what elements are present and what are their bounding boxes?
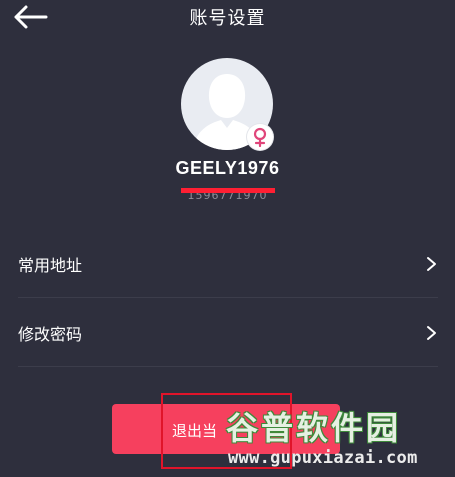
- chevron-right-icon: [427, 325, 436, 340]
- menu-item-common-address[interactable]: 常用地址: [18, 230, 438, 298]
- watermark-logo-text: 谷普软件园: [226, 409, 402, 447]
- menu-item-label: 修改密码: [18, 324, 83, 344]
- redaction-mark: [181, 188, 275, 193]
- menu-item-label: 常用地址: [18, 255, 83, 275]
- female-symbol-icon: [247, 124, 273, 150]
- username: GEELY1976: [175, 158, 280, 178]
- avatar[interactable]: [181, 58, 273, 150]
- watermark-url: www.gupuxiazai.com: [228, 448, 418, 468]
- watermark-logo: 谷普软件园: [226, 404, 454, 448]
- page-title: 账号设置: [189, 8, 266, 29]
- menu-item-change-password[interactable]: 修改密码: [18, 299, 438, 367]
- chevron-right-icon: [427, 256, 436, 271]
- header: 账号设置: [0, 0, 455, 36]
